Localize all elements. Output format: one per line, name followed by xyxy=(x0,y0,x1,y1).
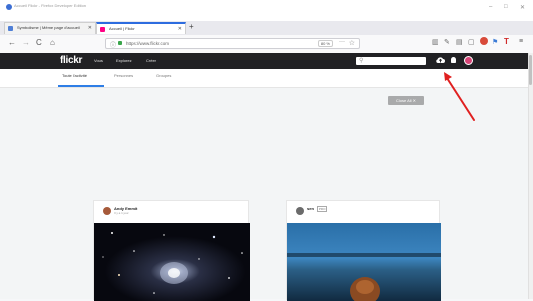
close-window-button[interactable]: ✕ xyxy=(520,4,525,11)
bookmark-star-icon[interactable]: ☆ xyxy=(349,39,355,47)
scrollbar-thumb[interactable] xyxy=(529,55,532,85)
menu-icon[interactable]: ≡ xyxy=(519,38,523,45)
search-icon: ⚲ xyxy=(359,58,364,64)
feed-card[interactable]: Andy Emmit Il y a 1 jour xyxy=(93,200,250,301)
url-text[interactable]: https://www.flickr.com xyxy=(126,41,169,46)
sidebar-icon[interactable]: ▤ xyxy=(456,38,463,46)
tab-people[interactable]: Personnes xyxy=(114,73,133,78)
tab-label: Symbolisme | Même page d'accueil xyxy=(17,25,80,30)
card-avatar[interactable] xyxy=(103,207,111,215)
flickr-search-input[interactable]: ⚲ xyxy=(356,57,426,65)
home-button[interactable]: ⌂ xyxy=(50,38,55,47)
tab-all-activity[interactable]: Toute l'activité xyxy=(62,73,87,78)
close-all-button[interactable]: Close All ✕ xyxy=(388,96,424,105)
flickr-logo[interactable]: flickr xyxy=(60,55,82,66)
minimize-button[interactable]: – xyxy=(489,4,492,10)
cloud-upload-icon[interactable] xyxy=(436,56,445,64)
card-username[interactable]: sen PRO xyxy=(307,206,328,212)
zoom-level[interactable]: 80 % xyxy=(317,40,333,47)
tab-groups[interactable]: Groupes xyxy=(156,73,171,78)
card-username-text[interactable]: sen xyxy=(307,206,314,211)
feed-card[interactable]: sen PRO xyxy=(286,200,441,301)
screenshot-icon[interactable]: ▢ xyxy=(468,38,475,46)
library-icon[interactable]: ▥ xyxy=(432,38,439,46)
new-tab-button[interactable]: + xyxy=(189,22,194,31)
pro-badge: PRO xyxy=(316,206,328,212)
tab-symbolisme[interactable]: Symbolisme | Même page d'accueil ✕ xyxy=(4,22,96,34)
card-avatar[interactable] xyxy=(296,207,304,215)
extension-icon[interactable] xyxy=(480,37,488,45)
activity-subnav: Toute l'activité Personnes Groupes xyxy=(0,69,533,88)
firefox-icon xyxy=(6,4,12,10)
card-photo-galaxy[interactable] xyxy=(94,223,250,301)
close-tab-icon[interactable]: ✕ xyxy=(178,26,182,32)
page-actions-icon[interactable]: ··· xyxy=(339,39,345,45)
nav-explorez[interactable]: Explorez xyxy=(116,58,132,63)
back-button[interactable]: ← xyxy=(8,38,16,47)
window-title: Accueil Flickr - Firefox Developer Editi… xyxy=(14,3,87,8)
activity-feed: Close All ✕ Andy Emmit Il y a 1 jour sen… xyxy=(0,88,528,301)
card-meta: Il y a 1 jour xyxy=(114,211,129,215)
page-scrollbar[interactable] xyxy=(528,53,533,299)
window-titlebar: Accueil Flickr - Firefox Developer Editi… xyxy=(0,0,533,22)
tab-flickr[interactable]: Accueil | Flickr ✕ xyxy=(96,22,186,34)
tab-label: Accueil | Flickr xyxy=(109,26,135,31)
tab-bar: Symbolisme | Même page d'accueil ✕ Accue… xyxy=(0,21,533,36)
flickr-favicon-icon xyxy=(100,27,105,32)
user-avatar[interactable] xyxy=(464,56,473,65)
bell-icon[interactable] xyxy=(451,57,456,63)
extension-puzzle-icon[interactable]: ⚑ xyxy=(492,38,498,46)
page-favicon-icon xyxy=(8,26,13,31)
info-icon[interactable]: ⓘ xyxy=(110,40,116,49)
tools-icon[interactable]: ✎ xyxy=(444,38,450,46)
flickr-header: flickr Vous Explorez Créer ⚲ xyxy=(0,53,533,69)
card-photo-lake[interactable] xyxy=(287,223,441,301)
reload-button[interactable]: C xyxy=(36,38,42,47)
close-tab-icon[interactable]: ✕ xyxy=(88,25,92,31)
nav-vous[interactable]: Vous xyxy=(94,58,103,63)
active-tab-indicator xyxy=(58,85,104,87)
lock-icon xyxy=(118,41,122,45)
nav-toolbar: ← → C ⌂ ⓘ https://www.flickr.com 80 % ··… xyxy=(0,35,533,54)
text-extension-icon[interactable]: T xyxy=(504,37,509,46)
address-bar[interactable]: ⓘ https://www.flickr.com 80 % ··· ☆ xyxy=(105,38,360,49)
forward-button[interactable]: → xyxy=(22,38,30,47)
maximize-button[interactable]: □ xyxy=(504,4,508,10)
nav-creer[interactable]: Créer xyxy=(146,58,156,63)
